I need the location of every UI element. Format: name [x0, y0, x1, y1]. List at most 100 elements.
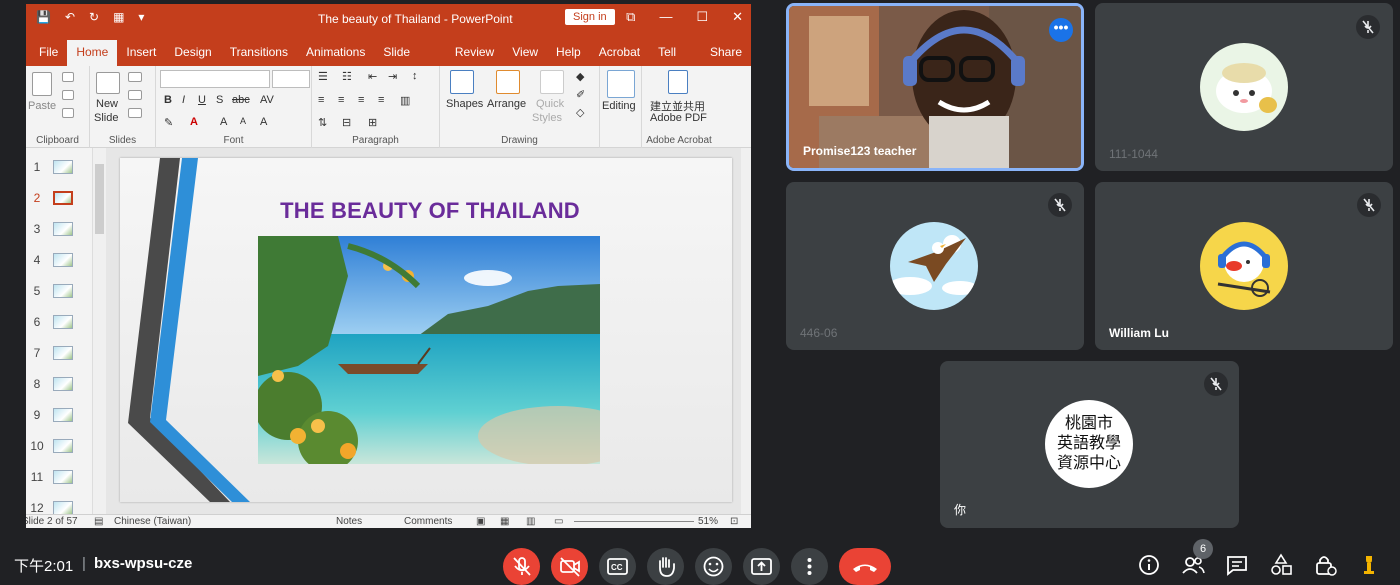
maximize-icon[interactable]: ☐ — [696, 9, 708, 25]
arrange-label[interactable]: Arrange — [487, 98, 526, 110]
section-icon[interactable] — [128, 108, 142, 118]
zoom-level[interactable]: 51% — [698, 516, 718, 527]
language-status[interactable]: Chinese (Taiwan) — [114, 516, 191, 527]
share-button[interactable]: Share — [701, 40, 751, 66]
scrollbar-thumb[interactable] — [95, 164, 104, 234]
shadow-icon[interactable]: S — [216, 94, 223, 106]
meeting-details-icon[interactable] — [1136, 552, 1162, 578]
reactions-button[interactable] — [695, 548, 732, 585]
more-options-button[interactable] — [791, 548, 828, 585]
line-spacing-icon[interactable]: ↕ — [412, 70, 418, 82]
tab-insert[interactable]: Insert — [117, 40, 165, 66]
cut-icon[interactable] — [62, 72, 74, 82]
adobe-label-2[interactable]: Adobe PDF — [650, 112, 707, 124]
char-spacing-icon[interactable]: AV — [260, 94, 274, 106]
shrink-font-icon[interactable]: A — [240, 116, 246, 126]
tell-me-search[interactable]: Tell me — [649, 40, 701, 83]
ribbon-display-icon[interactable]: ⧉ — [626, 9, 635, 25]
smartart-icon[interactable]: ⊞ — [368, 116, 377, 129]
save-icon[interactable]: 💾 — [36, 10, 51, 24]
tab-home[interactable]: Home — [67, 40, 118, 66]
zoom-slider[interactable] — [574, 521, 694, 522]
new-slide-label-2[interactable]: Slide — [94, 112, 118, 124]
italic-icon[interactable]: I — [182, 94, 185, 106]
close-icon[interactable]: ✕ — [732, 9, 743, 25]
captions-button[interactable]: CC — [599, 548, 636, 585]
slide-canvas[interactable]: THE BEAUTY OF THAILAND — [120, 158, 732, 502]
extension-icon[interactable] — [1356, 552, 1382, 578]
justify-icon[interactable]: ≡ — [378, 94, 384, 106]
sign-in-button[interactable]: Sign in — [565, 9, 615, 25]
quick-styles-label-1[interactable]: Quick — [536, 98, 564, 110]
participant-tile-self[interactable]: 桃園市 英語教學 資源中心 你 — [940, 361, 1239, 528]
create-pdf-icon[interactable] — [668, 70, 688, 94]
participant-tile-3[interactable]: William Lu — [1095, 182, 1393, 350]
slide-title[interactable]: THE BEAUTY OF THAILAND — [240, 198, 620, 224]
tab-acrobat[interactable]: Acrobat — [590, 40, 649, 66]
font-name-dropdown[interactable] — [160, 70, 270, 88]
tab-transitions[interactable]: Transitions — [221, 40, 297, 66]
font-color-icon[interactable]: A — [190, 116, 198, 128]
comments-button[interactable]: Comments — [404, 516, 452, 527]
tab-review[interactable]: Review — [446, 40, 503, 66]
editing-label[interactable]: Editing — [602, 100, 636, 112]
new-slide-icon[interactable] — [96, 72, 120, 94]
find-icon[interactable] — [607, 70, 635, 98]
mic-toggle-button[interactable] — [503, 548, 540, 585]
quick-styles-icon[interactable] — [540, 70, 564, 94]
tab-help[interactable]: Help — [547, 40, 590, 66]
customize-toolbar-icon[interactable]: ▾ — [138, 10, 144, 24]
quick-styles-label-2[interactable]: Styles — [532, 112, 562, 124]
bold-icon[interactable]: B — [164, 94, 172, 106]
tab-file[interactable]: File — [30, 40, 67, 66]
outdent-icon[interactable]: ⇥ — [388, 70, 397, 83]
activities-icon[interactable] — [1268, 552, 1294, 578]
thailand-beach-photo[interactable] — [258, 236, 600, 464]
arrange-icon[interactable] — [496, 70, 520, 94]
paste-icon[interactable] — [32, 72, 52, 96]
shapes-icon[interactable] — [450, 70, 474, 94]
notes-button[interactable]: Notes — [336, 516, 362, 527]
layout-icon[interactable] — [128, 72, 142, 82]
shape-outline-icon[interactable]: ✐ — [576, 88, 585, 101]
tab-slide-show[interactable]: Slide Show — [374, 40, 446, 83]
indent-icon[interactable]: ⇤ — [368, 70, 377, 83]
participant-tile-1[interactable]: 111-1044 — [1095, 3, 1393, 171]
grow-font-icon[interactable]: A — [220, 116, 227, 128]
align-left-icon[interactable]: ≡ — [318, 94, 324, 106]
strikethrough-icon[interactable]: abc — [232, 94, 250, 106]
chat-icon[interactable] — [1224, 552, 1250, 578]
numbering-icon[interactable]: ☷ — [342, 70, 352, 83]
align-right-icon[interactable]: ≡ — [358, 94, 364, 106]
undo-icon[interactable]: ↶ — [65, 10, 75, 24]
new-slide-label-1[interactable]: New — [96, 98, 118, 110]
slide-sorter-icon[interactable]: ▦ — [500, 516, 509, 527]
more-options-icon[interactable]: ••• — [1049, 18, 1073, 42]
slideshow-view-icon[interactable]: ▭ — [554, 516, 563, 527]
clear-format-icon[interactable]: A — [260, 116, 267, 128]
highlight-icon[interactable]: ✎ — [164, 116, 173, 129]
tab-view[interactable]: View — [503, 40, 547, 66]
normal-view-icon[interactable]: ▣ — [476, 516, 485, 527]
format-painter-icon[interactable] — [62, 108, 74, 118]
text-direction-icon[interactable]: ⇅ — [318, 116, 327, 129]
font-size-dropdown[interactable] — [272, 70, 310, 88]
participant-tile-2[interactable]: 446-06 — [786, 182, 1084, 350]
tab-design[interactable]: Design — [165, 40, 220, 66]
tab-animations[interactable]: Animations — [297, 40, 374, 66]
underline-icon[interactable]: U — [198, 94, 206, 106]
align-text-icon[interactable]: ⊟ — [342, 116, 351, 129]
shape-effects-icon[interactable]: ◇ — [576, 106, 584, 119]
minimize-icon[interactable]: — — [659, 9, 672, 25]
reading-view-icon[interactable]: ▥ — [526, 516, 535, 527]
slide-scrollbar[interactable] — [741, 148, 751, 514]
copy-icon[interactable] — [62, 90, 74, 100]
participant-tile-teacher[interactable]: ••• Promise123 teacher — [786, 3, 1084, 171]
present-screen-button[interactable] — [743, 548, 780, 585]
bullets-icon[interactable]: ☰ — [318, 70, 328, 83]
columns-icon[interactable]: ▥ — [400, 94, 410, 107]
fit-to-window-icon[interactable]: ⊡ — [730, 516, 738, 527]
align-center-icon[interactable]: ≡ — [338, 94, 344, 106]
redo-icon[interactable]: ↻ — [89, 10, 99, 24]
thumbnail-scrollbar[interactable] — [92, 148, 106, 514]
